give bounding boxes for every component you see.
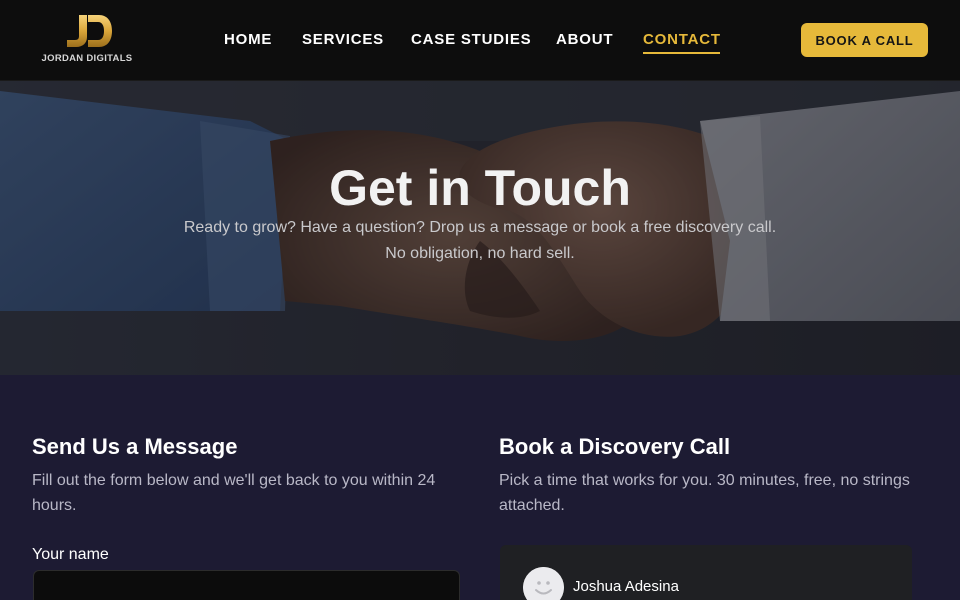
hero-banner: Get in Touch Ready to grow? Have a quest… [0,81,960,375]
nav-contact[interactable]: CONTACT [643,31,721,48]
nav-about[interactable]: ABOUT [556,31,613,48]
name-field-label: Your name [32,546,109,563]
host-name: Joshua Adesina [573,578,679,595]
active-nav-indicator [643,52,720,54]
book-a-call-button[interactable]: BOOK A CALL [801,23,928,57]
user-avatar-icon [523,567,564,600]
message-form-description: Fill out the form below and we'll get ba… [32,472,436,514]
nav-case-studies[interactable]: CASE STUDIES [411,31,531,48]
discovery-call-title: Book a Discovery Call [499,434,731,459]
page-title: Get in Touch [329,160,631,216]
message-form-title: Send Us a Message [32,434,238,459]
name-input[interactable] [33,570,460,600]
nav-services[interactable]: SERVICES [302,31,384,48]
discovery-call-description: Pick a time that works for you. 30 minut… [499,472,910,514]
site-header: JORDAN DIGITALS HOME SERVICES CASE STUDI… [0,0,960,81]
nav-home[interactable]: HOME [224,31,272,48]
contact-section: Send Us a Message Fill out the form belo… [0,375,960,600]
booking-widget[interactable]: Joshua Adesina [500,545,912,600]
hero-subtitle: Ready to grow? Have a question? Drop us … [183,219,777,262]
